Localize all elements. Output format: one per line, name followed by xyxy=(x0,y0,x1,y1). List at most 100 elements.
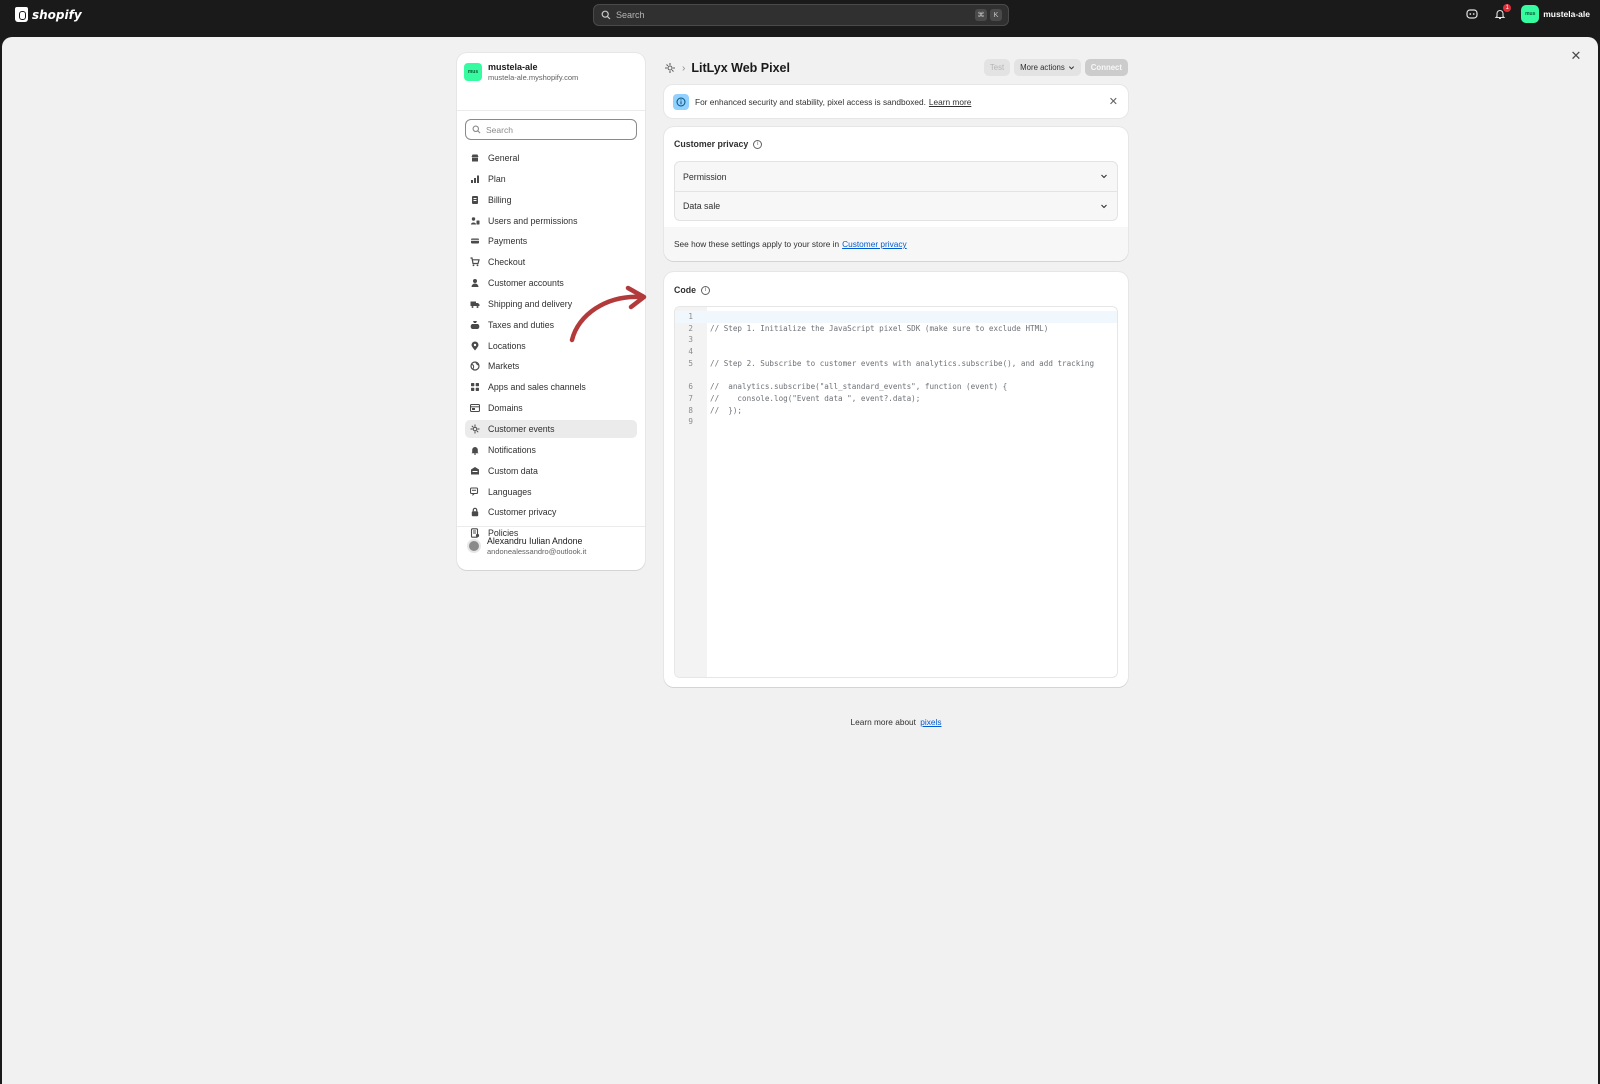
sidebar-item-payments[interactable]: Payments xyxy=(465,232,637,250)
billing-icon xyxy=(470,195,480,205)
sidebar-item-label: General xyxy=(488,153,520,163)
pixels-link[interactable]: pixels xyxy=(920,717,941,727)
sidebar-item-label: Apps and sales channels xyxy=(488,382,586,393)
code-heading: Code i xyxy=(674,285,710,295)
brand-name: shopify xyxy=(32,7,82,22)
settings-modal: ✕ mus mustela-ale mustela-ale.myshopify.… xyxy=(2,37,1598,1084)
info-icon[interactable]: i xyxy=(701,285,710,295)
chevron-down-icon xyxy=(1101,174,1107,179)
sidebar-item-label: Locations xyxy=(488,340,526,351)
permission-accordion-row[interactable]: Permission xyxy=(675,162,1117,191)
sidebar-item-apps-and-sales-channels[interactable]: Apps and sales channels xyxy=(465,378,637,396)
close-settings-button[interactable]: ✕ xyxy=(1566,46,1586,66)
code-line: 1 xyxy=(675,311,1117,323)
sidebar-item-users-and-permissions[interactable]: Users and permissions xyxy=(465,212,637,230)
languages-icon xyxy=(470,486,480,497)
connect-button[interactable]: Connect xyxy=(1084,59,1128,76)
line-number: 8 xyxy=(688,405,693,415)
user-avatar xyxy=(467,539,481,553)
search-icon xyxy=(601,10,611,20)
sidebar-item-billing[interactable]: Billing xyxy=(465,191,637,209)
customer-privacy-link[interactable]: Customer privacy xyxy=(842,239,907,249)
cart-icon xyxy=(470,257,480,267)
sidebar-item-checkout[interactable]: Checkout xyxy=(465,253,637,271)
sidebar-item-label: Billing xyxy=(488,194,512,205)
plan-icon xyxy=(470,174,480,184)
more-actions-label: More actions xyxy=(1020,63,1065,72)
code-text: // console.log("Event data ", event?.dat… xyxy=(710,393,921,403)
sidekick-button[interactable] xyxy=(1465,7,1479,21)
more-actions-button[interactable]: More actions xyxy=(1014,59,1081,76)
info-icon xyxy=(673,93,689,110)
settings-search-placeholder: Search xyxy=(486,124,513,135)
sidebar-item-customer-privacy[interactable]: Customer privacy xyxy=(465,503,637,521)
sidebar-item-label: Languages xyxy=(488,486,532,497)
globe-icon xyxy=(470,361,480,372)
banner-learn-more-link[interactable]: Learn more xyxy=(929,97,971,107)
learn-more-footer: Learn more about pixels xyxy=(664,717,1128,727)
line-number: 4 xyxy=(688,347,693,357)
sidebar-item-label: Payments xyxy=(488,236,528,247)
code-line: 7 // console.log("Event data ", event?.da… xyxy=(675,393,1117,405)
pixel-icon xyxy=(665,63,675,73)
data-sale-accordion-row[interactable]: Data sale xyxy=(675,191,1117,220)
sidebar-item-notifications[interactable]: Notifications xyxy=(465,441,637,459)
sidebar-item-languages[interactable]: Languages xyxy=(465,483,637,501)
dismiss-banner-icon[interactable]: ✕ xyxy=(1109,95,1118,108)
code-text: // Step 1. Initialize the JavaScript pix… xyxy=(710,323,1049,333)
pixel-icon xyxy=(470,424,480,434)
sidebar-item-custom-data[interactable]: Custom data xyxy=(465,462,637,480)
code-text: // Step 2. Subscribe to customer events … xyxy=(710,358,1095,368)
sidebar-item-label: Customer accounts xyxy=(488,278,564,289)
sidebar-item-markets[interactable]: Markets xyxy=(465,357,637,375)
shopify-logo[interactable]: shopify xyxy=(15,7,82,22)
code-line: 4 xyxy=(675,346,1117,358)
info-icon[interactable]: i xyxy=(753,139,763,149)
code-text: // analytics.subscribe("all_standard_eve… xyxy=(710,382,1008,392)
user-profile[interactable]: Alexandru Iulian Andone andonealessandro… xyxy=(467,536,586,556)
global-search-placeholder: Search xyxy=(616,10,645,20)
sidebar-item-domains[interactable]: Domains xyxy=(465,399,637,417)
sidebar-item-label: Custom data xyxy=(488,465,538,476)
notifications-button[interactable]: 1 xyxy=(1493,4,1512,21)
line-number: 1 xyxy=(688,312,693,321)
domains-icon xyxy=(470,403,480,413)
settings-search-input[interactable]: Search xyxy=(465,119,637,140)
sidebar-item-customer-events[interactable]: Customer events xyxy=(465,419,637,438)
taxes-icon xyxy=(470,320,480,330)
sidebar-item-label: Plan xyxy=(488,173,506,184)
line-number: 5 xyxy=(688,358,693,368)
sidebar-item-label: Customer privacy xyxy=(488,507,557,518)
user-name: Alexandru Iulian Andone xyxy=(487,536,583,546)
global-search[interactable]: Search ⌘ K xyxy=(593,4,1009,26)
user-email: andonealessandro@outlook.it xyxy=(487,547,587,556)
store-name: mustela-ale xyxy=(488,62,538,72)
store-avatar: mus xyxy=(464,63,482,81)
learn-more-text: Learn more about xyxy=(850,717,916,727)
search-icon xyxy=(472,125,481,134)
sidebar-item-plan[interactable]: Plan xyxy=(465,170,637,188)
chevron-down-icon xyxy=(1101,204,1107,209)
store-menu-button[interactable]: mus mustela-ale xyxy=(1521,5,1590,23)
test-button[interactable]: Test xyxy=(983,59,1011,76)
code-line: 8 // }); xyxy=(675,405,1117,417)
close-icon: ✕ xyxy=(1570,48,1582,63)
code-line: 9 xyxy=(675,416,1117,428)
privacy-accordion: Permission Data sale xyxy=(674,161,1118,221)
page-header: › LitLyx Web Pixel Test More actions Con… xyxy=(664,57,1128,79)
code-editor[interactable]: 1 2 // Step 1. Initialize the JavaScript p… xyxy=(674,306,1118,678)
sidebar-item-label: Domains xyxy=(488,403,523,414)
shortcut-hint: ⌘ K xyxy=(975,9,1002,21)
code-title: Code xyxy=(674,285,696,295)
sidebar-item-label: Taxes and duties xyxy=(488,319,555,330)
code-line: 3 xyxy=(675,334,1117,346)
sidebar-item-general[interactable]: General xyxy=(465,149,637,167)
code-card: Code i 1 2 // Step 1. Initialize the JavaS… xyxy=(664,272,1128,687)
lock-icon xyxy=(470,507,480,517)
code-line: 2 // Step 1. Initialize the JavaScript pi… xyxy=(675,323,1117,335)
apps-icon xyxy=(470,382,480,392)
line-number: 7 xyxy=(688,393,693,403)
line-number: 6 xyxy=(688,382,693,392)
annotation-arrow-icon xyxy=(569,285,647,343)
